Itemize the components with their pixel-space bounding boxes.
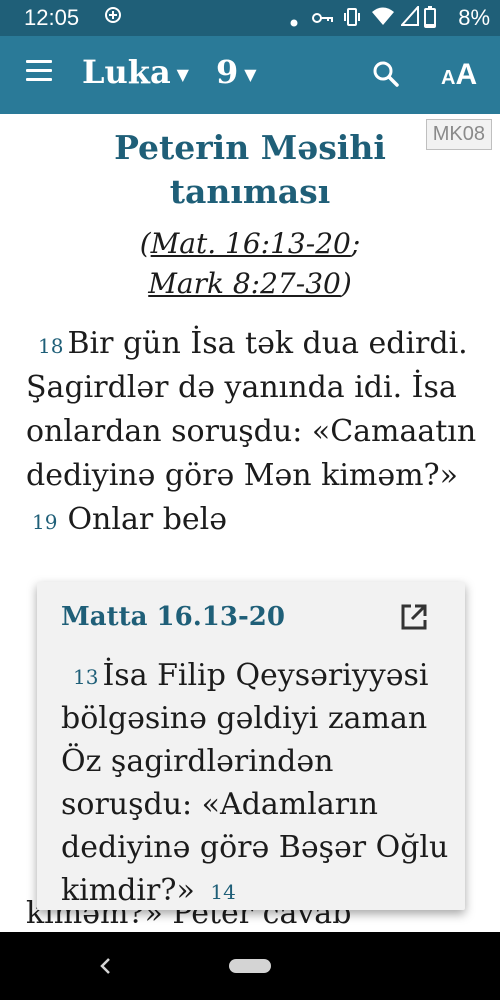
popup-title: Matta 16.13-20 [61, 602, 285, 632]
open-in-new-icon[interactable] [399, 602, 429, 632]
verse-text: İsa Filip Qeysəriyyəsi bölgəsinə gəldiyi… [61, 658, 449, 908]
vpn-key-icon [312, 9, 334, 30]
battery-icon [424, 6, 436, 33]
book-name: Luka [82, 53, 171, 91]
section-heading: Peterin Məsihi tanıması [114, 128, 386, 211]
home-pill[interactable] [229, 959, 271, 973]
parallel-references: (Mat. 16:13-20; Mark 8:27-30) [80, 224, 420, 304]
verse-number[interactable]: 14 [210, 880, 235, 904]
verse-text: Onlar belə [67, 502, 228, 537]
chapter-number: 9 [216, 53, 239, 91]
popup-text: 13 İsa Filip Qeysəriyyəsi bölgəsinə gəldi… [61, 654, 457, 910]
notification-dot-icon [290, 11, 298, 32]
search-icon[interactable] [372, 60, 400, 88]
font-size-icon[interactable]: AA [441, 58, 477, 92]
status-time: 12:05 [24, 5, 80, 30]
paren-open: ( [139, 227, 151, 260]
battery-percent: 8% [458, 5, 490, 30]
back-chevron-icon[interactable] [94, 954, 118, 978]
scripture-text: 18 Bir gün İsa tək dua edirdi. Şagirdlər … [26, 322, 486, 542]
chevron-down-icon: ▼ [244, 65, 257, 84]
menu-icon[interactable] [26, 60, 52, 82]
font-size-small-glyph: A [441, 67, 456, 89]
paren-close: ) [340, 267, 352, 300]
status-bar: 12:05 8% [0, 0, 500, 36]
parallel-ref-matthew[interactable]: Mat. 16:13-20 [151, 227, 351, 260]
book-selector[interactable]: Luka ▼ [82, 53, 189, 91]
chapter-selector[interactable]: 9 ▼ [216, 53, 257, 91]
data-saver-icon [104, 6, 122, 29]
signal-icon [399, 4, 419, 31]
verse-number[interactable]: 18 [38, 334, 63, 358]
version-badge[interactable]: MK08 [425, 119, 492, 150]
wifi-icon [371, 6, 395, 31]
font-size-large-glyph: A [455, 58, 478, 91]
chevron-down-icon: ▼ [176, 65, 189, 84]
vibrate-icon [342, 7, 362, 32]
parallel-ref-mark[interactable]: Mark 8:27-30 [148, 267, 341, 300]
chapter-content: MK08 Peterin Məsihi tanıması (Mat. 16:13… [0, 114, 500, 932]
ref-separator: ; [350, 227, 361, 260]
cross-reference-popup: Matta 16.13-20 13 İsa Filip Qeysəriyyəsi … [37, 582, 465, 910]
verse-number[interactable]: 13 [73, 665, 98, 689]
verse-text: Bir gün İsa tək dua edirdi. Şagirdlər də… [26, 326, 477, 493]
system-nav-bar [0, 932, 500, 1000]
verse-number[interactable]: 19 [32, 510, 57, 534]
app-bar: Luka ▼ 9 ▼ AA [0, 36, 500, 114]
